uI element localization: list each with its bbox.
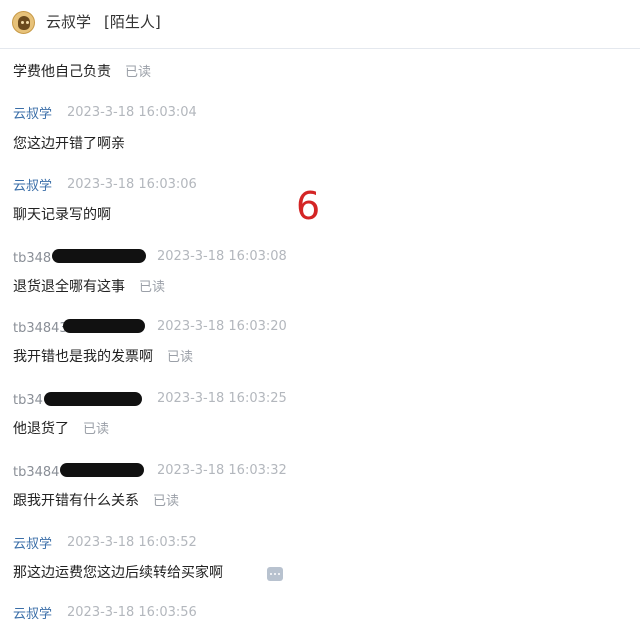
contact-tag: [陌生人] (104, 13, 161, 31)
message-meta: tb34 (13, 390, 43, 408)
sender-name[interactable]: tb34843 (13, 321, 68, 336)
read-status: 已读 (83, 422, 110, 437)
message-meta: tb3484 (13, 462, 59, 480)
read-status: 已读 (153, 494, 180, 509)
message-meta: 云叔学 (13, 104, 52, 122)
message-time: 2023-3-18 16:03:06 (67, 177, 197, 192)
message-text-row[interactable]: 聊天记录写的啊 (13, 204, 111, 224)
more-options-icon[interactable] (267, 567, 283, 581)
message-time: 2023-3-18 16:03:56 (67, 605, 197, 620)
message-text: 我开错也是我的发票啊 (13, 349, 153, 365)
message-text-row[interactable]: 跟我开错有什么关系 已读 (13, 490, 179, 510)
sender-name[interactable]: 云叔学 (13, 537, 52, 552)
sender-name[interactable]: 云叔学 (13, 607, 52, 622)
contact-name[interactable]: 云叔学 (46, 12, 91, 32)
message-text-row[interactable]: 您这边开错了啊亲 (13, 133, 125, 153)
sender-name[interactable]: tb348 (13, 251, 51, 266)
message-meta: 云叔学 (13, 534, 52, 552)
read-status: 已读 (167, 350, 194, 365)
message-text: 退货退全哪有这事 (13, 279, 125, 295)
message-meta: tb348 (13, 248, 51, 266)
redaction-mark (52, 249, 146, 263)
read-status: 已读 (139, 280, 166, 295)
message-text-row[interactable]: 学费他自己负责 已读 (13, 61, 151, 81)
chat-header: 云叔学 [陌生人] (0, 0, 640, 49)
message-time: 2023-3-18 16:03:32 (157, 463, 287, 478)
message-text: 跟我开错有什么关系 (13, 493, 139, 509)
message-text-row[interactable]: 那这边运费您这边后续转给买家啊 (13, 562, 223, 582)
message-text: 学费他自己负责 (13, 64, 111, 80)
redaction-mark (60, 463, 144, 477)
message-text: 您这边开错了啊亲 (13, 136, 125, 152)
sender-name[interactable]: 云叔学 (13, 107, 52, 122)
message-time: 2023-3-18 16:03:04 (67, 105, 197, 120)
avatar-eye-icon (26, 21, 29, 24)
message-text-row[interactable]: 他退货了 已读 (13, 418, 109, 438)
message-meta: 云叔学 (13, 176, 52, 194)
avatar-eye-icon (21, 21, 24, 24)
message-text: 他退货了 (13, 421, 69, 437)
message-meta: tb34843 (13, 318, 68, 336)
message-text-row[interactable]: 退货退全哪有这事 已读 (13, 276, 165, 296)
message-text: 那这边运费您这边后续转给买家啊 (13, 565, 223, 581)
contact-avatar[interactable] (12, 11, 35, 34)
sender-name[interactable]: tb34 (13, 393, 43, 408)
message-time: 2023-3-18 16:03:20 (157, 319, 287, 334)
message-meta: 云叔学 (13, 604, 52, 622)
message-time: 2023-3-18 16:03:25 (157, 391, 287, 406)
redaction-mark (63, 319, 145, 333)
sender-name[interactable]: tb3484 (13, 465, 59, 480)
redaction-mark (44, 392, 142, 406)
read-status: 已读 (125, 65, 152, 80)
chat-window: 云叔学 [陌生人] 学费他自己负责 已读 云叔学 2023-3-18 16:03:… (0, 0, 640, 623)
message-time: 2023-3-18 16:03:52 (67, 535, 197, 550)
message-text-row[interactable]: 我开错也是我的发票啊 已读 (13, 346, 193, 366)
sender-name[interactable]: 云叔学 (13, 179, 52, 194)
message-text: 聊天记录写的啊 (13, 207, 111, 223)
message-time: 2023-3-18 16:03:08 (157, 249, 287, 264)
overlay-number: 6 (296, 184, 321, 228)
